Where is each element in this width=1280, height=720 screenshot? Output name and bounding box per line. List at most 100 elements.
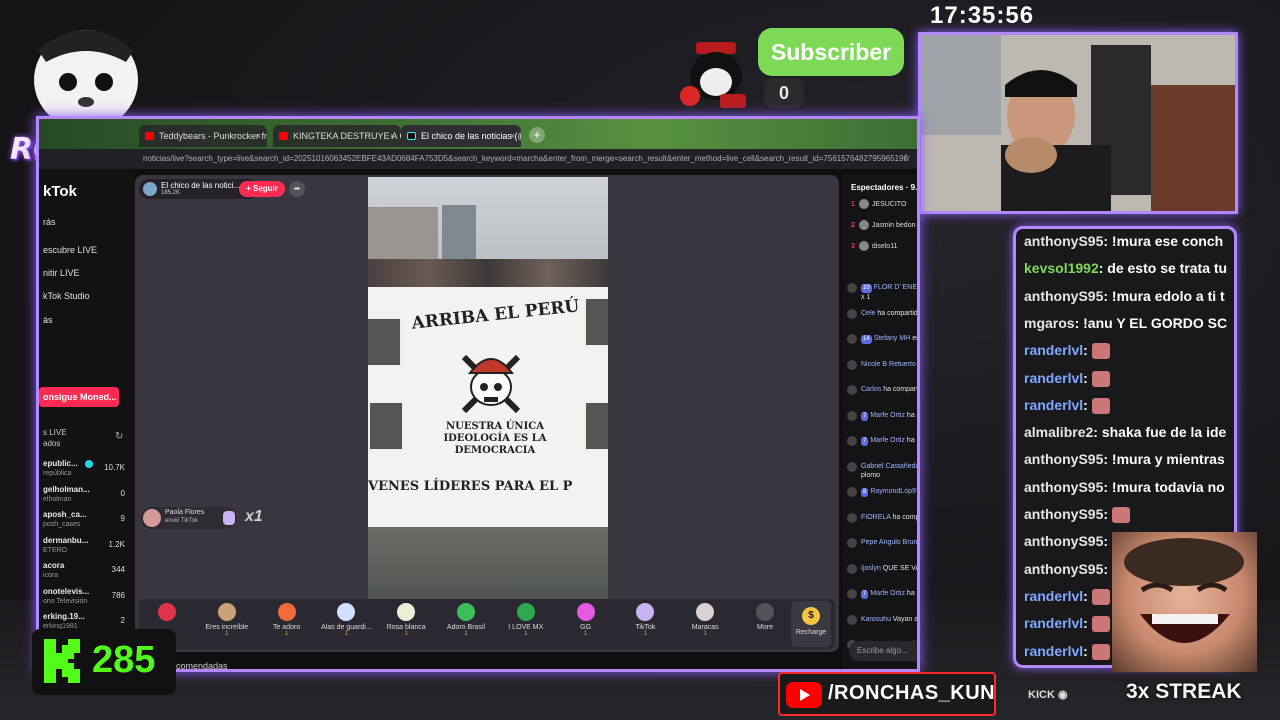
host-name: El chico de las notici... (161, 181, 241, 190)
chat-username[interactable]: Marfe Ortiz (870, 437, 905, 444)
recharge-button[interactable]: $ Recharge (791, 601, 831, 647)
followed-live-account[interactable]: dermanbu... ETERO 1.2K (43, 536, 125, 562)
followed-live-account[interactable]: epublic... república 10.7K (43, 459, 125, 485)
account-name: epublic... (43, 459, 78, 468)
chat-separator: : (1103, 506, 1112, 522)
user-level-badge: 14 (861, 335, 872, 344)
chat-avatar (847, 563, 857, 574)
gift-icon (337, 603, 356, 621)
chat-text: ha compartido el LIVE (906, 590, 920, 597)
browser-tab-active[interactable]: El chico de las noticias (@el × (401, 125, 521, 147)
chat-separator: : (1083, 587, 1092, 604)
chat-separator: : (1098, 260, 1108, 277)
gift-icon (756, 603, 774, 621)
chat-input[interactable]: Escribe algo... (849, 641, 917, 661)
emote-icon (1091, 398, 1110, 415)
share-icon[interactable]: ➦ (289, 181, 305, 197)
live-chat-panel: Espectadores · 9... 1 JESUCITO 2 Jasmin bed… (843, 175, 920, 669)
address-bar[interactable]: noticias/live?search_type=live&search_id… (39, 149, 917, 169)
followed-live-account[interactable]: onotelevis... ono Televisión 786 (43, 587, 125, 613)
user-level-badge: 7 (861, 437, 869, 446)
live-chat-message: 7Marfe Ortiz ha compartido el LIVE (847, 410, 917, 421)
sidebar-nav-item[interactable]: rás (43, 217, 56, 227)
protest-banner: ARRIBA EL PERÚ NUESTRA ÚNICA IDEOLOGÍA E… (368, 287, 608, 527)
chat-username: randerlvl (1024, 615, 1084, 632)
follow-button[interactable]: + Seguir (239, 181, 285, 197)
chat-text: ha compartido el LIVE (918, 361, 920, 368)
chat-username[interactable]: Carlos (861, 386, 881, 393)
chat-username[interactable]: RaymondLóp97 (870, 488, 917, 495)
gift-icon (576, 603, 595, 621)
stream-chat-message: mgaros: !anu Y EL GORDO SC (1024, 315, 1234, 331)
followed-live-account[interactable]: acora icora 344 (43, 561, 125, 587)
live-chat-message: Gabriel Castañeda a qué hora los llenan … (847, 461, 917, 480)
refresh-icon[interactable]: ↻ (115, 431, 123, 442)
top-viewer[interactable]: 2 Jasmin bedon (851, 220, 916, 230)
browser-tab[interactable]: Teddybears - Punkrocker from × (139, 125, 267, 147)
bookmark-star-icon[interactable]: ☆ (902, 149, 911, 169)
close-tab-icon[interactable]: × (510, 125, 515, 147)
new-tab-button[interactable]: + (529, 127, 545, 143)
chat-username[interactable]: FIORELA (861, 514, 891, 521)
chat-username[interactable]: Marfe Ortiz (870, 590, 905, 597)
chat-avatar (847, 538, 857, 548)
url-text: noticias/live?search_type=live&search_id… (143, 154, 908, 163)
chat-username[interactable]: Nicole B Retuerto (861, 361, 916, 368)
sidebar-nav-item[interactable]: ás (43, 315, 53, 325)
live-video[interactable]: ARRIBA EL PERÚ NUESTRA ÚNICA IDEOLOGÍA E… (368, 177, 608, 602)
gift-item[interactable]: TikTok 1 (615, 603, 675, 647)
gift-item[interactable]: Adoro Brasil 1 (436, 603, 496, 647)
chat-username: randerlvl (1024, 587, 1084, 604)
chat-separator: : (1083, 342, 1092, 359)
chat-username[interactable]: Cele (861, 310, 875, 317)
chat-username: mgaros (1024, 314, 1075, 331)
tiktok-icon (407, 132, 416, 140)
followed-live-account[interactable]: gelholman... elholman 0 (43, 485, 125, 511)
top-viewer[interactable]: 1 JESUCITO (851, 199, 906, 209)
close-tab-icon[interactable]: × (256, 125, 261, 147)
sidebar-nav-item[interactable]: escubre LIVE (43, 245, 97, 255)
tiktok-sidebar: kTok rás escubre LIVE nitir LIVE kTok St… (39, 169, 135, 669)
gift-price: 1 (284, 631, 289, 637)
browser-tab[interactable]: KINGTEKA DESTRUYE A CRIMI × (273, 125, 401, 147)
account-name: onotelevis... (43, 586, 90, 596)
gift-item[interactable]: Maracas 1 (675, 603, 735, 647)
youtube-icon (279, 132, 288, 140)
chat-username[interactable]: Marfe Ortiz (870, 412, 905, 419)
top-viewer[interactable]: 3 diselo11 (851, 241, 897, 251)
gift-notification: Paola Flores envió TikTok (141, 507, 237, 529)
gift-item[interactable]: GG 1 (556, 603, 616, 647)
chat-username: anthonyS95 (1024, 287, 1104, 304)
chat-username[interactable]: Gabriel Castañeda (861, 463, 917, 470)
gift-item[interactable]: I LOVE MX 1 (496, 603, 556, 647)
gift-item[interactable]: Te adoro 1 (257, 603, 317, 647)
sidebar-nav-item[interactable]: nitir LIVE (43, 268, 80, 278)
gift-item[interactable]: More (735, 603, 795, 647)
followed-live-account[interactable]: aposh_ca... posh_cases 9 (43, 510, 125, 536)
chat-text: shaka fue de la ide (1101, 424, 1227, 441)
get-coins-button[interactable]: onsigue Moned... (39, 387, 119, 407)
close-tab-icon[interactable]: × (390, 125, 395, 147)
sidebar-nav-item[interactable]: kTok Studio (43, 291, 90, 301)
account-name: gelholman... (43, 484, 90, 494)
gift-item[interactable]: Eres increíble 1 (197, 603, 257, 647)
chat-text: QUE SE VAYAN TODOS (882, 564, 920, 572)
user-level-badge: 7 (861, 411, 869, 421)
gift-item[interactable]: Alas de guardi... 1 (316, 603, 376, 647)
account-viewer-count: 9 (120, 514, 125, 523)
subscriber-count: 0 (764, 78, 804, 108)
chat-username[interactable]: Stefany MH (874, 335, 911, 342)
chat-text: !mura edolo a ti t (1111, 287, 1225, 304)
chat-username[interactable]: Pepe Angulo Bruno (861, 539, 917, 546)
gift-item[interactable]: Rosa blanca 1 (376, 603, 436, 647)
chat-username[interactable]: FLOR D' ENERO... (874, 284, 917, 291)
viewer-name: Jasmin bedon (871, 221, 916, 229)
emote-icon (1091, 343, 1110, 360)
chat-avatar (847, 614, 857, 625)
chat-text: ha compartido el LIVE (906, 437, 920, 444)
chat-username[interactable]: Ijoslyn (861, 565, 881, 572)
portrait-photo (584, 401, 608, 451)
chat-separator: : (1083, 642, 1092, 659)
chat-username[interactable]: Karosuhu (861, 616, 891, 623)
tiktok-brand: kTok (43, 183, 77, 200)
